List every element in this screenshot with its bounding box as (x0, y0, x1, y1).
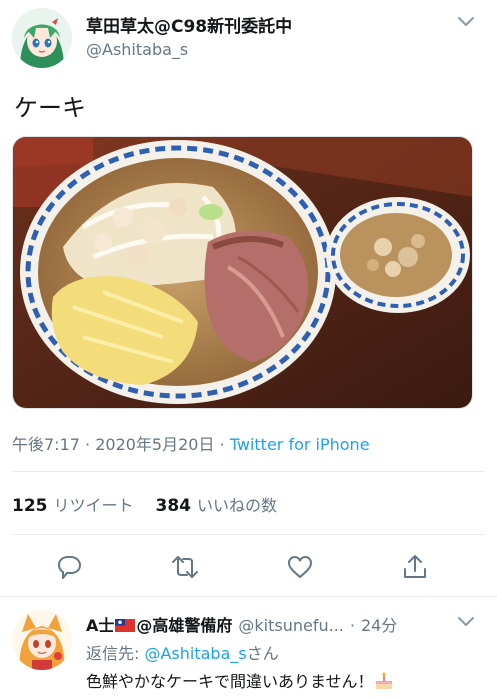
reply-tweet[interactable]: A士 @高雄警備府 @kitsunefu... · 24分 返信先: @Ashitaba… (0, 598, 497, 699)
reply-icon[interactable] (54, 552, 84, 582)
like-icon[interactable] (285, 552, 315, 582)
tweet-photo[interactable] (12, 136, 473, 409)
reply-text-body: 色鮮やかなケーキで間違いありません！ (86, 672, 374, 691)
tweet-date[interactable]: 2020年5月20日 (95, 435, 214, 454)
tweet-time[interactable]: 午後7:17 (12, 435, 80, 454)
likes-label: いいねの数 (197, 496, 278, 515)
replying-to-label: 返信先: (86, 644, 145, 663)
tweet-timestamp: 午後7:17 · 2020年5月20日 · Twitter for iPhone (12, 431, 370, 455)
reply-author-handle[interactable]: @kitsunefu... (238, 616, 343, 635)
reply-time[interactable]: 24分 (361, 616, 397, 635)
retweets-count: 125 (12, 496, 48, 516)
replying-to-suffix: さん (246, 644, 279, 663)
reply-author-name[interactable]: A士 @高雄警備府 (86, 616, 232, 635)
replying-to-mention[interactable]: @Ashitaba_s (144, 644, 246, 663)
reply-author-avatar[interactable] (12, 610, 72, 670)
retweets-stat[interactable]: 125 リツイート (12, 496, 134, 516)
separator: · (79, 435, 96, 454)
author-handle[interactable]: @Ashitaba_s (86, 40, 188, 59)
divider (0, 596, 497, 597)
chevron-down-icon[interactable] (456, 14, 476, 30)
retweets-label: リツイート (53, 496, 134, 515)
reply-author-name-prefix: A士 (86, 616, 115, 635)
retweet-icon[interactable] (170, 552, 200, 582)
replying-to: 返信先: @Ashitaba_sさん (86, 640, 279, 664)
author-display-name[interactable]: 草田草太@C98新刊委託中 (86, 12, 292, 37)
separator: · (349, 616, 355, 635)
tweet-stats: 125 リツイート 384 いいねの数 (12, 492, 277, 516)
divider (12, 471, 485, 472)
tweet-header: 草田草太@C98新刊委託中 @Ashitaba_s (0, 0, 497, 76)
tweet-source-link[interactable]: Twitter for iPhone (230, 435, 370, 454)
chevron-down-icon[interactable] (456, 614, 476, 630)
author-avatar[interactable] (12, 8, 72, 68)
reply-author-name-suffix: @高雄警備府 (136, 616, 233, 635)
tweet-action-bar (0, 546, 497, 588)
divider (12, 534, 485, 535)
reply-header: A士 @高雄警備府 @kitsunefu... · 24分 (86, 612, 456, 636)
separator: · (214, 435, 230, 454)
cake-emoji-icon (374, 672, 394, 690)
likes-stat[interactable]: 384 いいねの数 (155, 496, 278, 516)
tweet-text: ケーキ (14, 94, 86, 122)
reply-text: 色鮮やかなケーキで間違いありません！ (86, 668, 394, 692)
flag-icon (115, 617, 136, 632)
likes-count: 384 (155, 496, 192, 516)
share-icon[interactable] (400, 552, 430, 582)
